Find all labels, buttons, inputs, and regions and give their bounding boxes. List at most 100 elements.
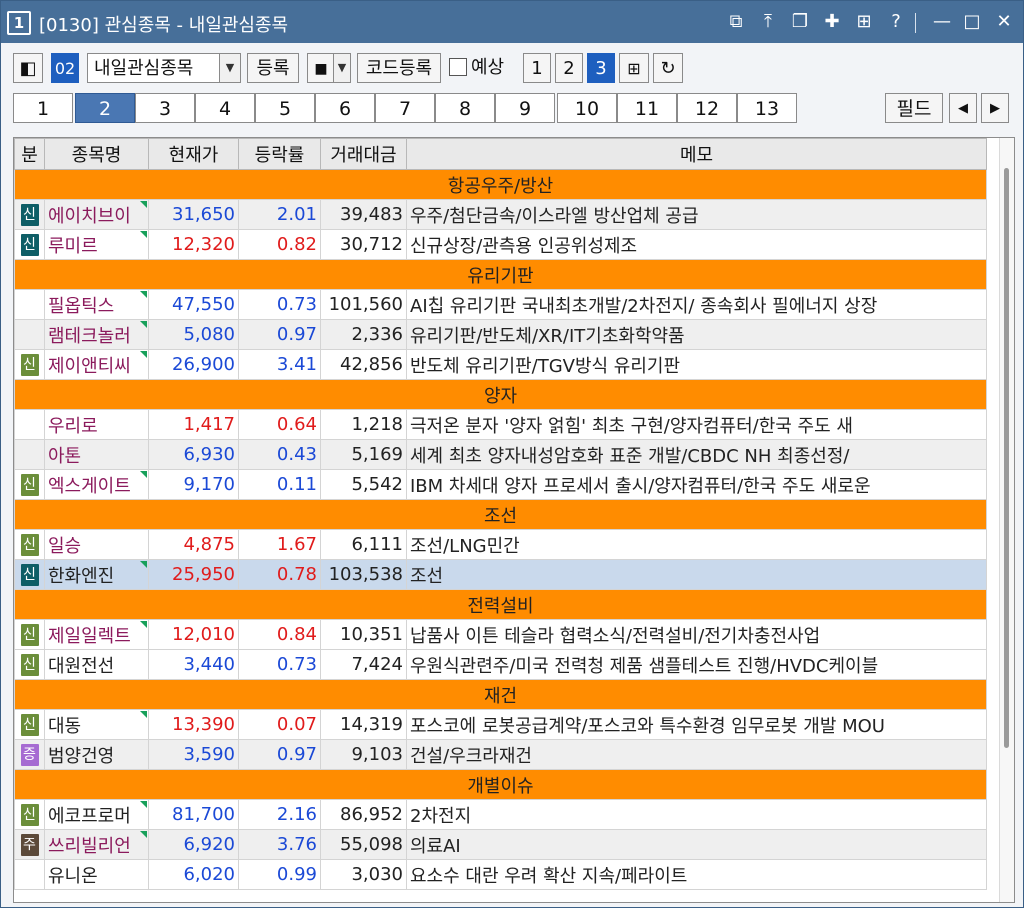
col-header-name[interactable]: 종목명 bbox=[44, 138, 149, 170]
table-row[interactable]: 신 한화엔진 25,950 0.78 103,538 조선 bbox=[14, 559, 987, 590]
stock-name[interactable]: 램테크놀러 bbox=[44, 319, 149, 350]
stop-menu-chevron-icon[interactable]: ▼ bbox=[333, 53, 351, 83]
maximize-icon[interactable]: □ bbox=[959, 9, 985, 35]
page-tab-2[interactable]: 2 bbox=[75, 93, 135, 123]
refresh-icon[interactable]: ↻ bbox=[653, 53, 683, 83]
page-tab-11[interactable]: 11 bbox=[617, 93, 677, 123]
stock-name[interactable]: 일승 bbox=[44, 529, 149, 560]
section-row[interactable]: 재건 bbox=[14, 679, 987, 710]
section-row[interactable]: 항공우주/방산 bbox=[14, 169, 987, 200]
section-row[interactable]: 유리기판 bbox=[14, 259, 987, 290]
page-tab-1[interactable]: 1 bbox=[13, 93, 73, 123]
pin-top-icon[interactable]: ⤒ bbox=[755, 9, 781, 35]
table-row[interactable]: 신 대동 13,390 0.07 14,319 포스코에 로봇공급계약/포스코와 특수환경… bbox=[14, 709, 987, 740]
help-icon[interactable]: ? bbox=[883, 9, 909, 35]
memo-cell[interactable]: IBM 차세대 양자 프로세서 출시/양자컴퓨터/한국 주도 새로운 bbox=[406, 469, 987, 500]
expect-checkbox[interactable] bbox=[449, 58, 467, 76]
section-row[interactable]: 양자 bbox=[14, 379, 987, 410]
code-register-button[interactable]: 코드등록 bbox=[357, 53, 441, 83]
stock-name[interactable]: 대원전선 bbox=[44, 649, 149, 680]
grid-layout-icon[interactable]: ⊞ bbox=[851, 9, 877, 35]
stock-name[interactable]: 엑스게이트 bbox=[44, 469, 149, 500]
view-3-button[interactable]: 3 bbox=[587, 53, 615, 83]
page-tab-12[interactable]: 12 bbox=[677, 93, 737, 123]
table-row[interactable]: 신 일승 4,875 1.67 6,111 조선/LNG민간 bbox=[14, 529, 987, 560]
memo-cell[interactable]: 신규상장/관측용 인공위성제조 bbox=[406, 229, 987, 260]
stock-name[interactable]: 대동 bbox=[44, 709, 149, 740]
stock-name[interactable]: 제이앤티씨 bbox=[44, 349, 149, 380]
table-row[interactable]: 신 제이앤티씨 26,900 3.41 42,856 반도체 유리기판/TGV방식 유리기… bbox=[14, 349, 987, 380]
view-2-button[interactable]: 2 bbox=[555, 53, 583, 83]
stock-name[interactable]: 에이치브이 bbox=[44, 199, 149, 230]
table-row[interactable]: 아톤 6,930 0.43 5,169 세계 최초 양자내성암호화 표준 개발/CBDC… bbox=[14, 439, 987, 470]
stock-name[interactable]: 유니온 bbox=[44, 859, 149, 890]
memo-cell[interactable]: 우원식관련주/미국 전력청 제품 샘플테스트 진행/HVDC케이블 bbox=[406, 649, 987, 680]
memo-cell[interactable]: 포스코에 로봇공급계약/포스코와 특수환경 임무로봇 개발 MOU bbox=[406, 709, 987, 740]
table-row[interactable]: 신 제일일렉트 12,010 0.84 10,351 납품사 이튼 테슬라 협력소식/전력… bbox=[14, 619, 987, 650]
view-1-button[interactable]: 1 bbox=[523, 53, 551, 83]
stock-name[interactable]: 한화엔진 bbox=[44, 559, 149, 590]
link-window-icon[interactable]: ⧉ bbox=[723, 9, 749, 35]
close-icon[interactable]: ✕ bbox=[991, 9, 1017, 35]
section-row[interactable]: 조선 bbox=[14, 499, 987, 530]
col-header-price[interactable]: 현재가 bbox=[148, 138, 239, 170]
memo-cell[interactable]: 반도체 유리기판/TGV방식 유리기판 bbox=[406, 349, 987, 380]
next-page-icon[interactable]: ▶ bbox=[981, 93, 1009, 123]
minimize-icon[interactable]: — bbox=[929, 9, 955, 35]
vertical-scrollbar[interactable] bbox=[999, 138, 1014, 902]
table-row[interactable]: 증 범양건영 3,590 0.97 9,103 건설/우크라재건 bbox=[14, 739, 987, 770]
panel-toggle-icon[interactable]: ◧ bbox=[13, 53, 43, 83]
page-tab-4[interactable]: 4 bbox=[195, 93, 255, 123]
memo-cell[interactable]: 극저온 분자 '양자 얽힘' 최초 구현/양자컴퓨터/한국 주도 새 bbox=[406, 409, 987, 440]
stock-name[interactable]: 아톤 bbox=[44, 439, 149, 470]
scrollbar-thumb[interactable] bbox=[1004, 168, 1009, 748]
page-tab-13[interactable]: 13 bbox=[737, 93, 797, 123]
stock-name[interactable]: 루미르 bbox=[44, 229, 149, 260]
table-row[interactable]: 우리로 1,417 0.64 1,218 극저온 분자 '양자 얽힘' 최초 구현/양자… bbox=[14, 409, 987, 440]
page-tab-3[interactable]: 3 bbox=[135, 93, 195, 123]
memo-cell[interactable]: 2차전지 bbox=[406, 799, 987, 830]
watchlist-grid[interactable]: 분 종목명 현재가 등락률 거래대금 메모 항공우주/방산 신 에이치브이 31,65… bbox=[13, 137, 1015, 903]
page-tab-9[interactable]: 9 bbox=[495, 93, 555, 123]
stop-button[interactable]: ■ bbox=[307, 53, 335, 83]
group-code[interactable]: 02 bbox=[51, 53, 79, 83]
memo-cell[interactable]: AI칩 유리기판 국내최초개발/2차전지/ 종속회사 필에너지 상장 bbox=[406, 289, 987, 320]
table-row[interactable]: 신 대원전선 3,440 0.73 7,424 우원식관련주/미국 전력청 제품 샘플테스… bbox=[14, 649, 987, 680]
page-tab-7[interactable]: 7 bbox=[375, 93, 435, 123]
stock-name[interactable]: 범양건영 bbox=[44, 739, 149, 770]
table-row[interactable]: 신 루미르 12,320 0.82 30,712 신규상장/관측용 인공위성제조 bbox=[14, 229, 987, 260]
col-header-rate[interactable]: 등락률 bbox=[238, 138, 321, 170]
memo-cell[interactable]: 조선/LNG민간 bbox=[406, 529, 987, 560]
copy-window-icon[interactable]: ❐ bbox=[787, 9, 813, 35]
memo-cell[interactable]: 납품사 이튼 테슬라 협력소식/전력설비/전기차충전사업 bbox=[406, 619, 987, 650]
group-select[interactable]: 내일관심종목 bbox=[87, 53, 221, 83]
stock-name[interactable]: 필옵틱스 bbox=[44, 289, 149, 320]
col-header-memo[interactable]: 메모 bbox=[406, 138, 987, 170]
page-tab-6[interactable]: 6 bbox=[315, 93, 375, 123]
col-header-type[interactable]: 분 bbox=[14, 138, 45, 170]
page-tab-8[interactable]: 8 bbox=[435, 93, 495, 123]
register-button[interactable]: 등록 bbox=[247, 53, 299, 83]
memo-cell[interactable]: 요소수 대란 우려 확산 지속/페라이트 bbox=[406, 859, 987, 890]
stock-name[interactable]: 쓰리빌리언 bbox=[44, 829, 149, 860]
col-header-volume[interactable]: 거래대금 bbox=[320, 138, 407, 170]
pin-icon[interactable]: ✚ bbox=[819, 9, 845, 35]
page-tab-5[interactable]: 5 bbox=[255, 93, 315, 123]
title-bar[interactable]: 1 [0130] 관심종목 - 내일관심종목 ⧉ ⤒ ❐ ✚ ⊞ ? — □ ✕ bbox=[1, 1, 1023, 43]
table-row[interactable]: 필옵틱스 47,550 0.73 101,560 AI칩 유리기판 국내최초개발/2차전… bbox=[14, 289, 987, 320]
section-row[interactable]: 전력설비 bbox=[14, 589, 987, 620]
memo-cell[interactable]: 우주/첨단금속/이스라엘 방산업체 공급 bbox=[406, 199, 987, 230]
table-row[interactable]: 주 쓰리빌리언 6,920 3.76 55,098 의료AI bbox=[14, 829, 987, 860]
stock-name[interactable]: 우리로 bbox=[44, 409, 149, 440]
page-tab-10[interactable]: 10 bbox=[557, 93, 617, 123]
table-row[interactable]: 유니온 6,020 0.99 3,030 요소수 대란 우려 확산 지속/페라이트 bbox=[14, 859, 987, 890]
table-row[interactable]: 신 에코프로머 81,700 2.16 86,952 2차전지 bbox=[14, 799, 987, 830]
stock-name[interactable]: 제일일렉트 bbox=[44, 619, 149, 650]
prev-page-icon[interactable]: ◀ bbox=[949, 93, 977, 123]
export-icon[interactable]: ⊞ bbox=[619, 53, 649, 83]
stock-name[interactable]: 에코프로머 bbox=[44, 799, 149, 830]
table-row[interactable]: 램테크놀러 5,080 0.97 2,336 유리기판/반도체/XR/IT기초화학약품 bbox=[14, 319, 987, 350]
memo-cell[interactable]: 건설/우크라재건 bbox=[406, 739, 987, 770]
memo-cell[interactable]: 유리기판/반도체/XR/IT기초화학약품 bbox=[406, 319, 987, 350]
memo-cell[interactable]: 조선 bbox=[406, 559, 987, 590]
